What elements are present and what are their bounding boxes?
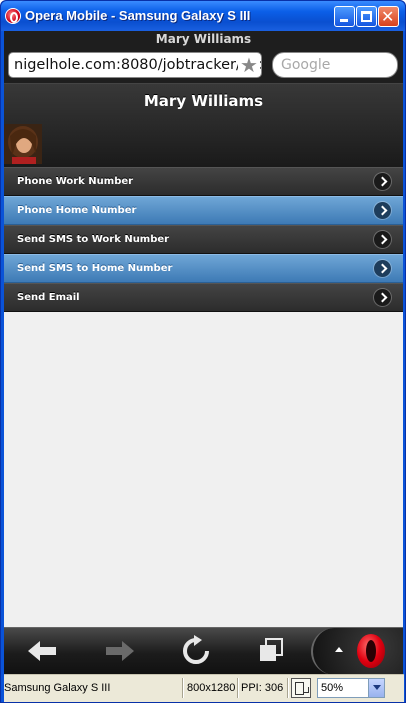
opera-menu-button[interactable] [311, 628, 403, 674]
device-name: Samsung Galaxy S III [4, 682, 111, 694]
forward-icon[interactable] [102, 634, 138, 668]
browser-toolbar [4, 627, 403, 674]
avatar [4, 124, 42, 164]
chevron-right-icon [374, 289, 391, 306]
emulator-statusbar: Samsung Galaxy S III 800x1280 PPI: 306 5… [4, 674, 404, 702]
action-list: Phone Work Number Phone Home Number Send… [4, 167, 403, 312]
maximize-icon [361, 11, 372, 22]
page-header: Mary Williams [4, 83, 403, 167]
reload-icon[interactable] [178, 634, 214, 668]
action-label: Phone Work Number [17, 176, 134, 187]
address-bar-area: Mary Williams nigelhole.com:8080/jobtrac… [4, 31, 403, 83]
chevron-right-icon [374, 260, 391, 277]
action-label: Send SMS to Home Number [17, 263, 173, 274]
maximize-button[interactable] [356, 6, 377, 27]
action-phone-work[interactable]: Phone Work Number [4, 167, 403, 196]
action-label: Send Email [17, 292, 80, 303]
statusbar-divider [182, 678, 183, 698]
up-arrow-icon [335, 647, 343, 652]
chevron-right-icon [374, 231, 391, 248]
resolution-label: 800x1280 [187, 682, 236, 694]
window-titlebar[interactable]: Opera Mobile - Samsung Galaxy S III ✕ [1, 1, 405, 31]
page-content-empty [4, 313, 403, 627]
action-sms-work[interactable]: Send SMS to Work Number [4, 225, 403, 254]
opera-logo-icon [357, 634, 385, 668]
url-text: nigelhole.com:8080/jobtracker/secu [14, 57, 262, 73]
back-icon[interactable] [24, 634, 60, 668]
minimize-button[interactable] [334, 6, 355, 27]
search-input[interactable]: Google [272, 52, 398, 78]
chevron-right-icon [374, 173, 391, 190]
window-title: Opera Mobile - Samsung Galaxy S III [25, 8, 251, 23]
action-label: Send SMS to Work Number [17, 234, 170, 245]
ppi-label: PPI: 306 [241, 682, 284, 694]
minimize-icon [340, 19, 348, 22]
action-sms-home[interactable]: Send SMS to Home Number [4, 254, 403, 283]
url-input[interactable]: nigelhole.com:8080/jobtracker/secu ★ [8, 52, 262, 78]
search-placeholder: Google [281, 57, 331, 73]
tabs-icon[interactable] [254, 634, 290, 668]
statusbar-divider [287, 678, 288, 698]
page-title: Mary Williams [143, 92, 264, 110]
action-send-email[interactable]: Send Email [4, 283, 403, 312]
emulator-window: Opera Mobile - Samsung Galaxy S III ✕ Ma… [0, 0, 406, 703]
action-label: Phone Home Number [17, 205, 137, 216]
avatar-image [4, 124, 42, 164]
close-button[interactable]: ✕ [378, 6, 399, 27]
bookmark-star-icon[interactable]: ★ [238, 54, 260, 76]
close-icon: ✕ [381, 7, 395, 26]
rotate-icon[interactable] [291, 678, 311, 698]
chevron-right-icon [374, 202, 391, 219]
browser-viewport: Mary Williams nigelhole.com:8080/jobtrac… [4, 31, 403, 674]
zoom-select[interactable]: 50% [317, 678, 385, 698]
browser-page-title: Mary Williams [155, 32, 252, 46]
opera-app-icon [5, 8, 21, 24]
action-phone-home[interactable]: Phone Home Number [4, 196, 403, 225]
zoom-value: 50% [321, 682, 344, 694]
statusbar-divider [237, 678, 238, 698]
chevron-down-icon[interactable] [368, 679, 384, 697]
